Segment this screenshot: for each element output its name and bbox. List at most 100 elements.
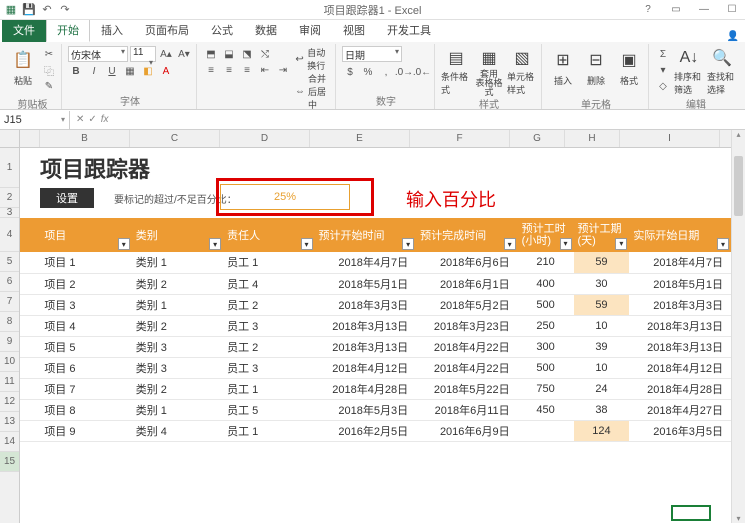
cell-act-start[interactable]: 2018年4月27日 — [629, 399, 731, 420]
cell-est-end[interactable]: 2018年6月6日 — [416, 252, 518, 273]
filter-icon[interactable]: ▾ — [402, 238, 414, 250]
font-size-select[interactable]: 11 — [130, 46, 156, 62]
header-act-start[interactable]: 实际开始日期▾ — [629, 218, 731, 252]
filter-icon[interactable]: ▾ — [118, 238, 130, 250]
col-header[interactable]: I — [620, 130, 720, 147]
cell-est-days[interactable]: 39 — [574, 336, 630, 357]
cell-est-days[interactable]: 124 — [574, 420, 630, 441]
cell-est-days[interactable]: 24 — [574, 378, 630, 399]
cell-owner[interactable]: 员工 4 — [223, 273, 314, 294]
cell-owner[interactable]: 员工 5 — [223, 399, 314, 420]
percent-input-cell[interactable]: 25% — [220, 184, 350, 210]
scroll-thumb[interactable] — [734, 156, 743, 216]
row-header[interactable]: 4 — [0, 218, 19, 252]
cell-est-start[interactable]: 2018年3月13日 — [315, 315, 417, 336]
cell-est-days[interactable]: 30 — [574, 273, 630, 294]
tab-dev[interactable]: 开发工具 — [376, 18, 442, 42]
cell-proj[interactable]: 项目 4 — [40, 315, 131, 336]
cell-cat[interactable]: 类别 3 — [132, 336, 223, 357]
cell-est-days[interactable]: 10 — [574, 315, 630, 336]
row-header[interactable]: 5 — [0, 252, 19, 272]
find-select-button[interactable]: 🔍查找和选择 — [707, 46, 737, 96]
cell-est-start[interactable]: 2018年4月12日 — [315, 357, 417, 378]
font-family-select[interactable]: 仿宋体 — [68, 46, 128, 62]
tab-home[interactable]: 开始 — [46, 18, 90, 42]
col-header[interactable]: G — [510, 130, 565, 147]
cell-act-start[interactable]: 2018年3月3日 — [629, 294, 731, 315]
align-top-icon[interactable]: ⬒ — [203, 46, 219, 62]
row-header[interactable]: 7 — [0, 292, 19, 312]
paste-button[interactable]: 📋粘贴 — [8, 46, 38, 96]
cell-proj[interactable]: 项目 8 — [40, 399, 131, 420]
cell-proj[interactable]: 项目 9 — [40, 420, 131, 441]
header-est-start[interactable]: 预计开始时间▾ — [315, 218, 417, 252]
cell-est-hours[interactable]: 500 — [518, 294, 574, 315]
align-left-icon[interactable]: ≡ — [203, 62, 219, 78]
cell-act-start[interactable]: 2018年5月1日 — [629, 273, 731, 294]
bold-icon[interactable]: B — [68, 63, 84, 79]
row-header[interactable]: 3 — [0, 208, 19, 218]
cell-est-end[interactable]: 2018年4月22日 — [416, 357, 518, 378]
cell-proj[interactable]: 项目 2 — [40, 273, 131, 294]
cell-cat[interactable]: 类别 4 — [132, 420, 223, 441]
cell-owner[interactable]: 员工 1 — [223, 252, 314, 273]
settings-button[interactable]: 设置 — [40, 188, 94, 208]
col-header[interactable]: E — [310, 130, 410, 147]
row-header[interactable]: 13 — [0, 412, 19, 432]
cell-cat[interactable]: 类别 3 — [132, 357, 223, 378]
scroll-up-icon[interactable]: ▴ — [732, 130, 745, 139]
col-header[interactable]: C — [130, 130, 220, 147]
cell-est-end[interactable]: 2018年6月11日 — [416, 399, 518, 420]
cell-owner[interactable]: 员工 3 — [223, 315, 314, 336]
cell-styles-button[interactable]: ▧单元格样式 — [507, 46, 537, 96]
cell-cat[interactable]: 类别 1 — [132, 252, 223, 273]
row-header[interactable]: 14 — [0, 432, 19, 452]
name-box[interactable]: J15 — [0, 111, 70, 129]
cell-owner[interactable]: 员工 2 — [223, 336, 314, 357]
row-header[interactable]: 12 — [0, 392, 19, 412]
cell-est-hours[interactable]: 500 — [518, 357, 574, 378]
border-icon[interactable]: ▦ — [122, 63, 138, 79]
filter-icon[interactable]: ▾ — [301, 238, 313, 250]
cell-owner[interactable]: 员工 3 — [223, 357, 314, 378]
cell-est-start[interactable]: 2018年5月3日 — [315, 399, 417, 420]
cell-est-start[interactable]: 2016年2月5日 — [315, 420, 417, 441]
cell-act-start[interactable]: 2018年3月13日 — [629, 315, 731, 336]
cell-act-start[interactable]: 2018年4月28日 — [629, 378, 731, 399]
tab-insert[interactable]: 插入 — [90, 18, 134, 42]
cell-est-start[interactable]: 2018年4月7日 — [315, 252, 417, 273]
cell-est-end[interactable]: 2018年4月22日 — [416, 336, 518, 357]
row-header[interactable]: 11 — [0, 372, 19, 392]
cell-est-days[interactable]: 59 — [574, 294, 630, 315]
table-format-button[interactable]: ▦套用 表格格式 — [474, 46, 504, 96]
cell-est-hours[interactable]: 210 — [518, 252, 574, 273]
align-bottom-icon[interactable]: ⬔ — [239, 46, 255, 62]
header-proj[interactable]: 项目▾ — [40, 218, 131, 252]
col-header[interactable]: H — [565, 130, 620, 147]
row-header[interactable]: 8 — [0, 312, 19, 332]
currency-icon[interactable]: $ — [342, 64, 358, 80]
filter-icon[interactable]: ▾ — [615, 238, 627, 250]
font-color-icon[interactable]: A — [158, 63, 174, 79]
header-est-hours[interactable]: 预计工时 (小时)▾ — [518, 218, 574, 252]
align-right-icon[interactable]: ≡ — [239, 62, 255, 78]
conditional-format-button[interactable]: ▤条件格式 — [441, 46, 471, 96]
formula-input[interactable] — [115, 111, 745, 129]
cell-est-hours[interactable]: 450 — [518, 399, 574, 420]
tab-formulas[interactable]: 公式 — [200, 18, 244, 42]
cell-proj[interactable]: 项目 5 — [40, 336, 131, 357]
cell-est-days[interactable]: 10 — [574, 357, 630, 378]
save-icon[interactable]: 💾 — [22, 3, 36, 17]
decrease-font-icon[interactable]: A▾ — [176, 46, 192, 62]
ribbon-options-icon[interactable]: ▭ — [665, 4, 687, 15]
indent-right-icon[interactable]: ⇥ — [275, 62, 291, 78]
row-header[interactable]: 15 — [0, 452, 19, 472]
cell-est-days[interactable]: 38 — [574, 399, 630, 420]
cell-est-hours[interactable] — [518, 420, 574, 441]
row-header[interactable]: 1 — [0, 148, 19, 188]
cell-cat[interactable]: 类别 1 — [132, 399, 223, 420]
increase-decimal-icon[interactable]: .0→ — [396, 64, 412, 80]
cell-est-end[interactable]: 2018年5月22日 — [416, 378, 518, 399]
vertical-scrollbar[interactable]: ▴ ▾ — [731, 130, 745, 523]
row-header[interactable]: 2 — [0, 188, 19, 208]
